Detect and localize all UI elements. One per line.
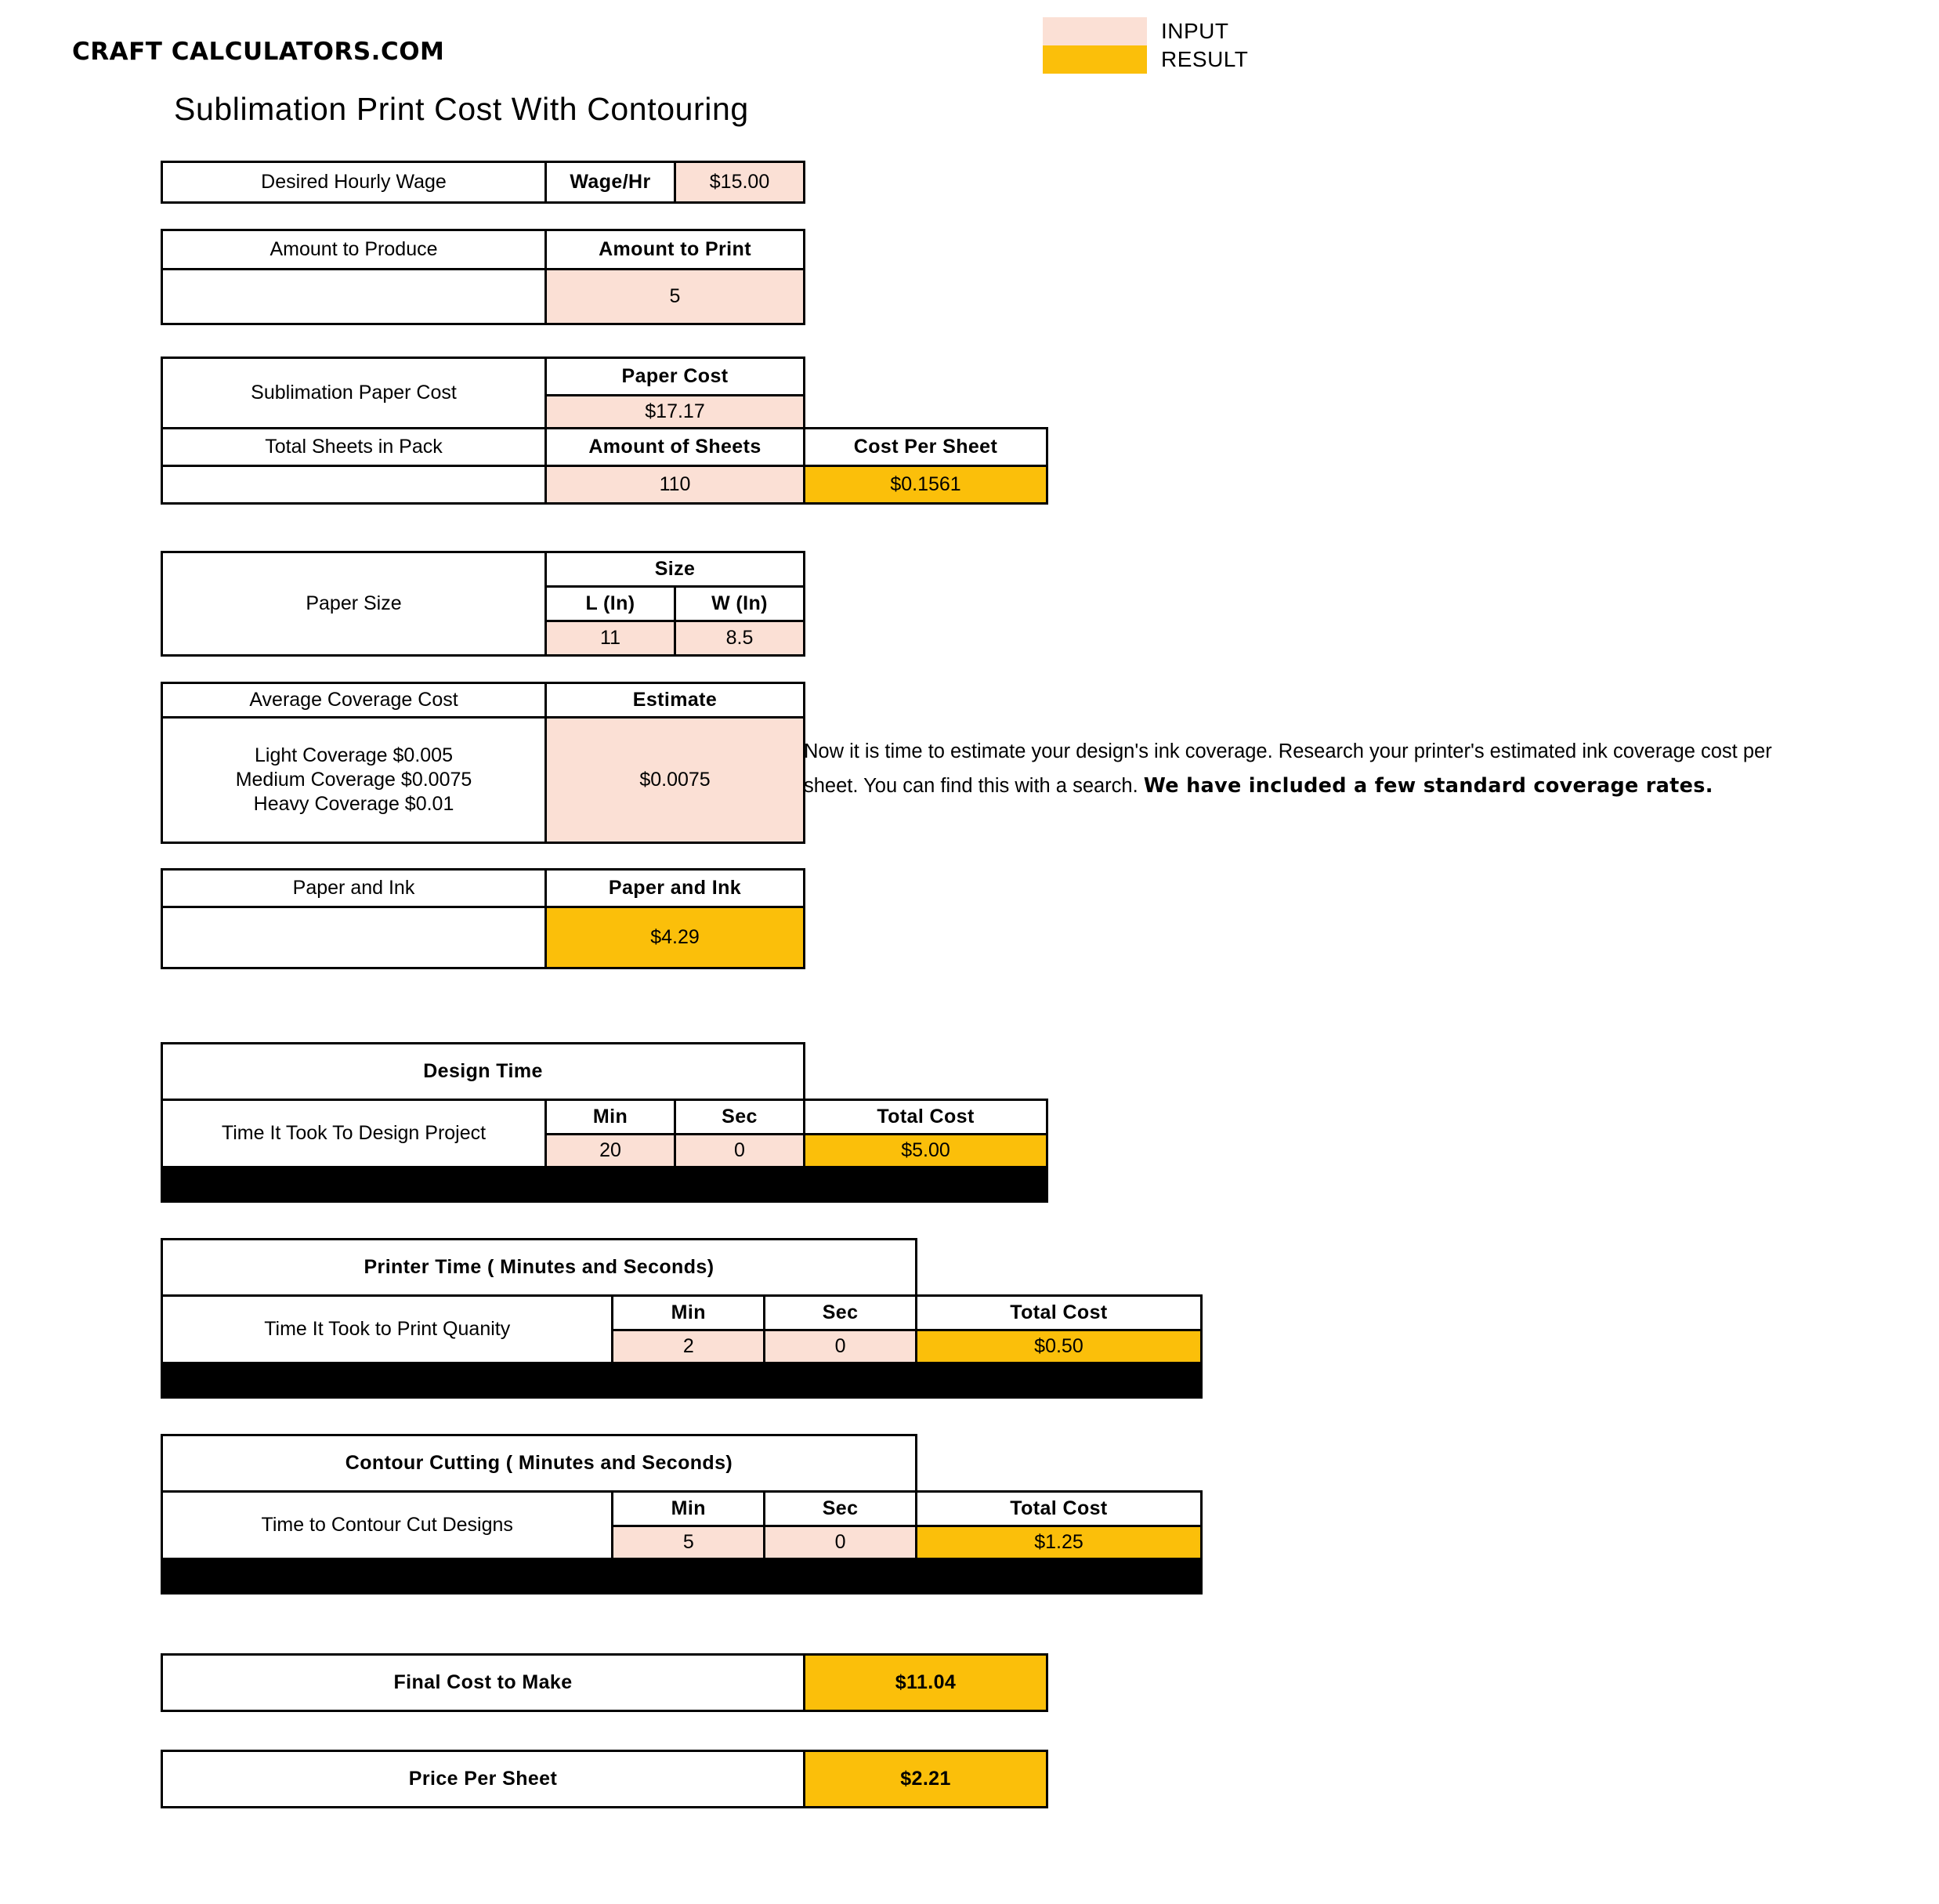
- legend-swatch-result: [1043, 45, 1147, 74]
- size-width-header: W (In): [674, 585, 805, 622]
- printer-time-table: Printer Time ( Minutes and Seconds) Time…: [160, 1238, 1203, 1399]
- amount-table: Amount to Produce Amount to Print 5: [161, 229, 805, 325]
- printer-time-min-header: Min: [611, 1294, 766, 1331]
- coverage-option-light: Light Coverage $0.005: [255, 744, 453, 766]
- paper-cost-value-input[interactable]: $17.17: [544, 394, 805, 429]
- sheets-header: Amount of Sheets: [544, 427, 805, 467]
- printer-time-min-input[interactable]: 2: [611, 1329, 766, 1364]
- design-time-black-bar: [160, 1166, 1049, 1203]
- legend-item-result: RESULT: [1043, 45, 1262, 74]
- printer-time-sec-header: Sec: [763, 1294, 917, 1331]
- amount-value-input[interactable]: 5: [544, 268, 805, 325]
- design-time-title: Design Time: [160, 1042, 806, 1101]
- contour-cutting-row-label: Time to Contour Cut Designs: [160, 1490, 614, 1560]
- coverage-note: Now it is time to estimate your design's…: [804, 735, 1775, 804]
- design-time-table: Design Time Time It Took To Design Proje…: [160, 1042, 1049, 1203]
- contour-cutting-min-input[interactable]: 5: [611, 1525, 766, 1560]
- contour-cutting-title: Contour Cutting ( Minutes and Seconds): [161, 1434, 917, 1493]
- coverage-note-bold: We have included a few standard coverage…: [1143, 773, 1713, 798]
- printer-time-total-value: $0.50: [914, 1329, 1203, 1364]
- paper-and-ink-row-label: Paper and Ink: [161, 868, 547, 908]
- final-cost-label: Final Cost to Make: [161, 1653, 805, 1712]
- contour-cutting-total-value: $1.25: [914, 1525, 1203, 1560]
- design-time-sec-input[interactable]: 0: [673, 1133, 806, 1168]
- price-per-sheet-value: $2.21: [803, 1750, 1048, 1808]
- wage-value-input[interactable]: $15.00: [674, 161, 805, 204]
- legend-label-result: RESULT: [1161, 47, 1249, 71]
- cost-per-sheet-header: Cost Per Sheet: [803, 427, 1048, 467]
- design-time-min-input[interactable]: 20: [544, 1133, 676, 1168]
- size-group-header: Size: [544, 551, 805, 588]
- size-length-header: L (In): [544, 585, 676, 622]
- paper-cost-row-label: Sublimation Paper Cost: [161, 357, 547, 429]
- design-time-sec-header: Sec: [673, 1099, 806, 1135]
- legend-item-input: INPUT: [1043, 17, 1262, 45]
- coverage-estimate-header: Estimate: [544, 682, 805, 719]
- paper-cost-table: Sublimation Paper Cost Paper Cost $17.17…: [161, 357, 1048, 505]
- legend-label-input: INPUT: [1161, 19, 1229, 43]
- wage-table: Desired Hourly Wage Wage/Hr $15.00: [161, 161, 805, 204]
- wage-field-label: Wage/Hr: [544, 161, 676, 204]
- sheets-value-input[interactable]: 110: [544, 465, 805, 505]
- contour-cutting-min-header: Min: [611, 1490, 766, 1527]
- size-width-input[interactable]: 8.5: [674, 620, 805, 657]
- printer-time-total-header: Total Cost: [914, 1294, 1203, 1331]
- cost-per-sheet-value: $0.1561: [803, 465, 1048, 505]
- printer-time-empty: [916, 1240, 1201, 1296]
- paper-cost-empty-b: [805, 396, 1047, 429]
- legend-swatch-input: [1043, 17, 1147, 45]
- printer-time-row-label: Time It Took to Print Quanity: [160, 1294, 614, 1364]
- coverage-option-medium: Medium Coverage $0.0075: [235, 768, 472, 791]
- coverage-estimate-input[interactable]: $0.0075: [544, 716, 805, 844]
- paper-and-ink-spacer-cell: [161, 906, 547, 969]
- design-time-min-header: Min: [544, 1099, 676, 1135]
- printer-time-title: Printer Time ( Minutes and Seconds): [161, 1238, 917, 1297]
- page-title: Sublimation Print Cost With Contouring: [174, 91, 749, 127]
- paper-and-ink-table: Paper and Ink Paper and Ink $4.29: [161, 868, 805, 969]
- price-per-sheet-label: Price Per Sheet: [161, 1750, 805, 1808]
- coverage-table: Average Coverage Cost Estimate Light Cov…: [161, 682, 805, 844]
- printer-time-black-bar: [161, 1362, 1203, 1399]
- design-time-row-label: Time It Took To Design Project: [161, 1099, 547, 1168]
- coverage-option-heavy: Heavy Coverage $0.01: [253, 793, 454, 816]
- amount-spacer-cell: [161, 268, 547, 325]
- paper-size-table: Paper Size Size L (In) W (In) 11 8.5: [161, 551, 805, 657]
- price-per-sheet-table: Price Per Sheet $2.21: [161, 1750, 1048, 1808]
- paper-and-ink-value: $4.29: [544, 906, 805, 969]
- wage-row-label: Desired Hourly Wage: [161, 161, 547, 204]
- coverage-row-label: Average Coverage Cost: [161, 682, 547, 719]
- paper-cost-empty-a: [805, 358, 1047, 396]
- size-length-input[interactable]: 11: [544, 620, 676, 657]
- site-brand: CRAFT CALCULATORS.COM: [72, 38, 445, 66]
- amount-row-label: Amount to Produce: [161, 229, 547, 270]
- contour-cutting-total-header: Total Cost: [914, 1490, 1203, 1527]
- sheets-row-label: Total Sheets in Pack: [161, 427, 547, 467]
- design-time-total-header: Total Cost: [803, 1099, 1049, 1135]
- design-time-empty: [805, 1044, 1047, 1100]
- coverage-options: Light Coverage $0.005 Medium Coverage $0…: [161, 716, 547, 844]
- contour-cutting-sec-header: Sec: [763, 1490, 917, 1527]
- sheets-spacer-cell: [161, 465, 547, 505]
- design-time-total-value: $5.00: [803, 1133, 1049, 1168]
- contour-cutting-empty: [916, 1435, 1201, 1492]
- final-cost-table: Final Cost to Make $11.04: [161, 1653, 1048, 1712]
- paper-cost-header: Paper Cost: [544, 357, 805, 396]
- final-cost-value: $11.04: [803, 1653, 1048, 1712]
- contour-cutting-sec-input[interactable]: 0: [763, 1525, 917, 1560]
- color-legend: INPUT RESULT: [1043, 17, 1262, 74]
- paper-and-ink-header: Paper and Ink: [544, 868, 805, 908]
- contour-cutting-black-bar: [161, 1558, 1203, 1595]
- paper-size-row-label: Paper Size: [161, 551, 547, 657]
- printer-time-sec-input[interactable]: 0: [763, 1329, 917, 1364]
- contour-cutting-table: Contour Cutting ( Minutes and Seconds) T…: [160, 1434, 1203, 1595]
- amount-field-label: Amount to Print: [544, 229, 805, 270]
